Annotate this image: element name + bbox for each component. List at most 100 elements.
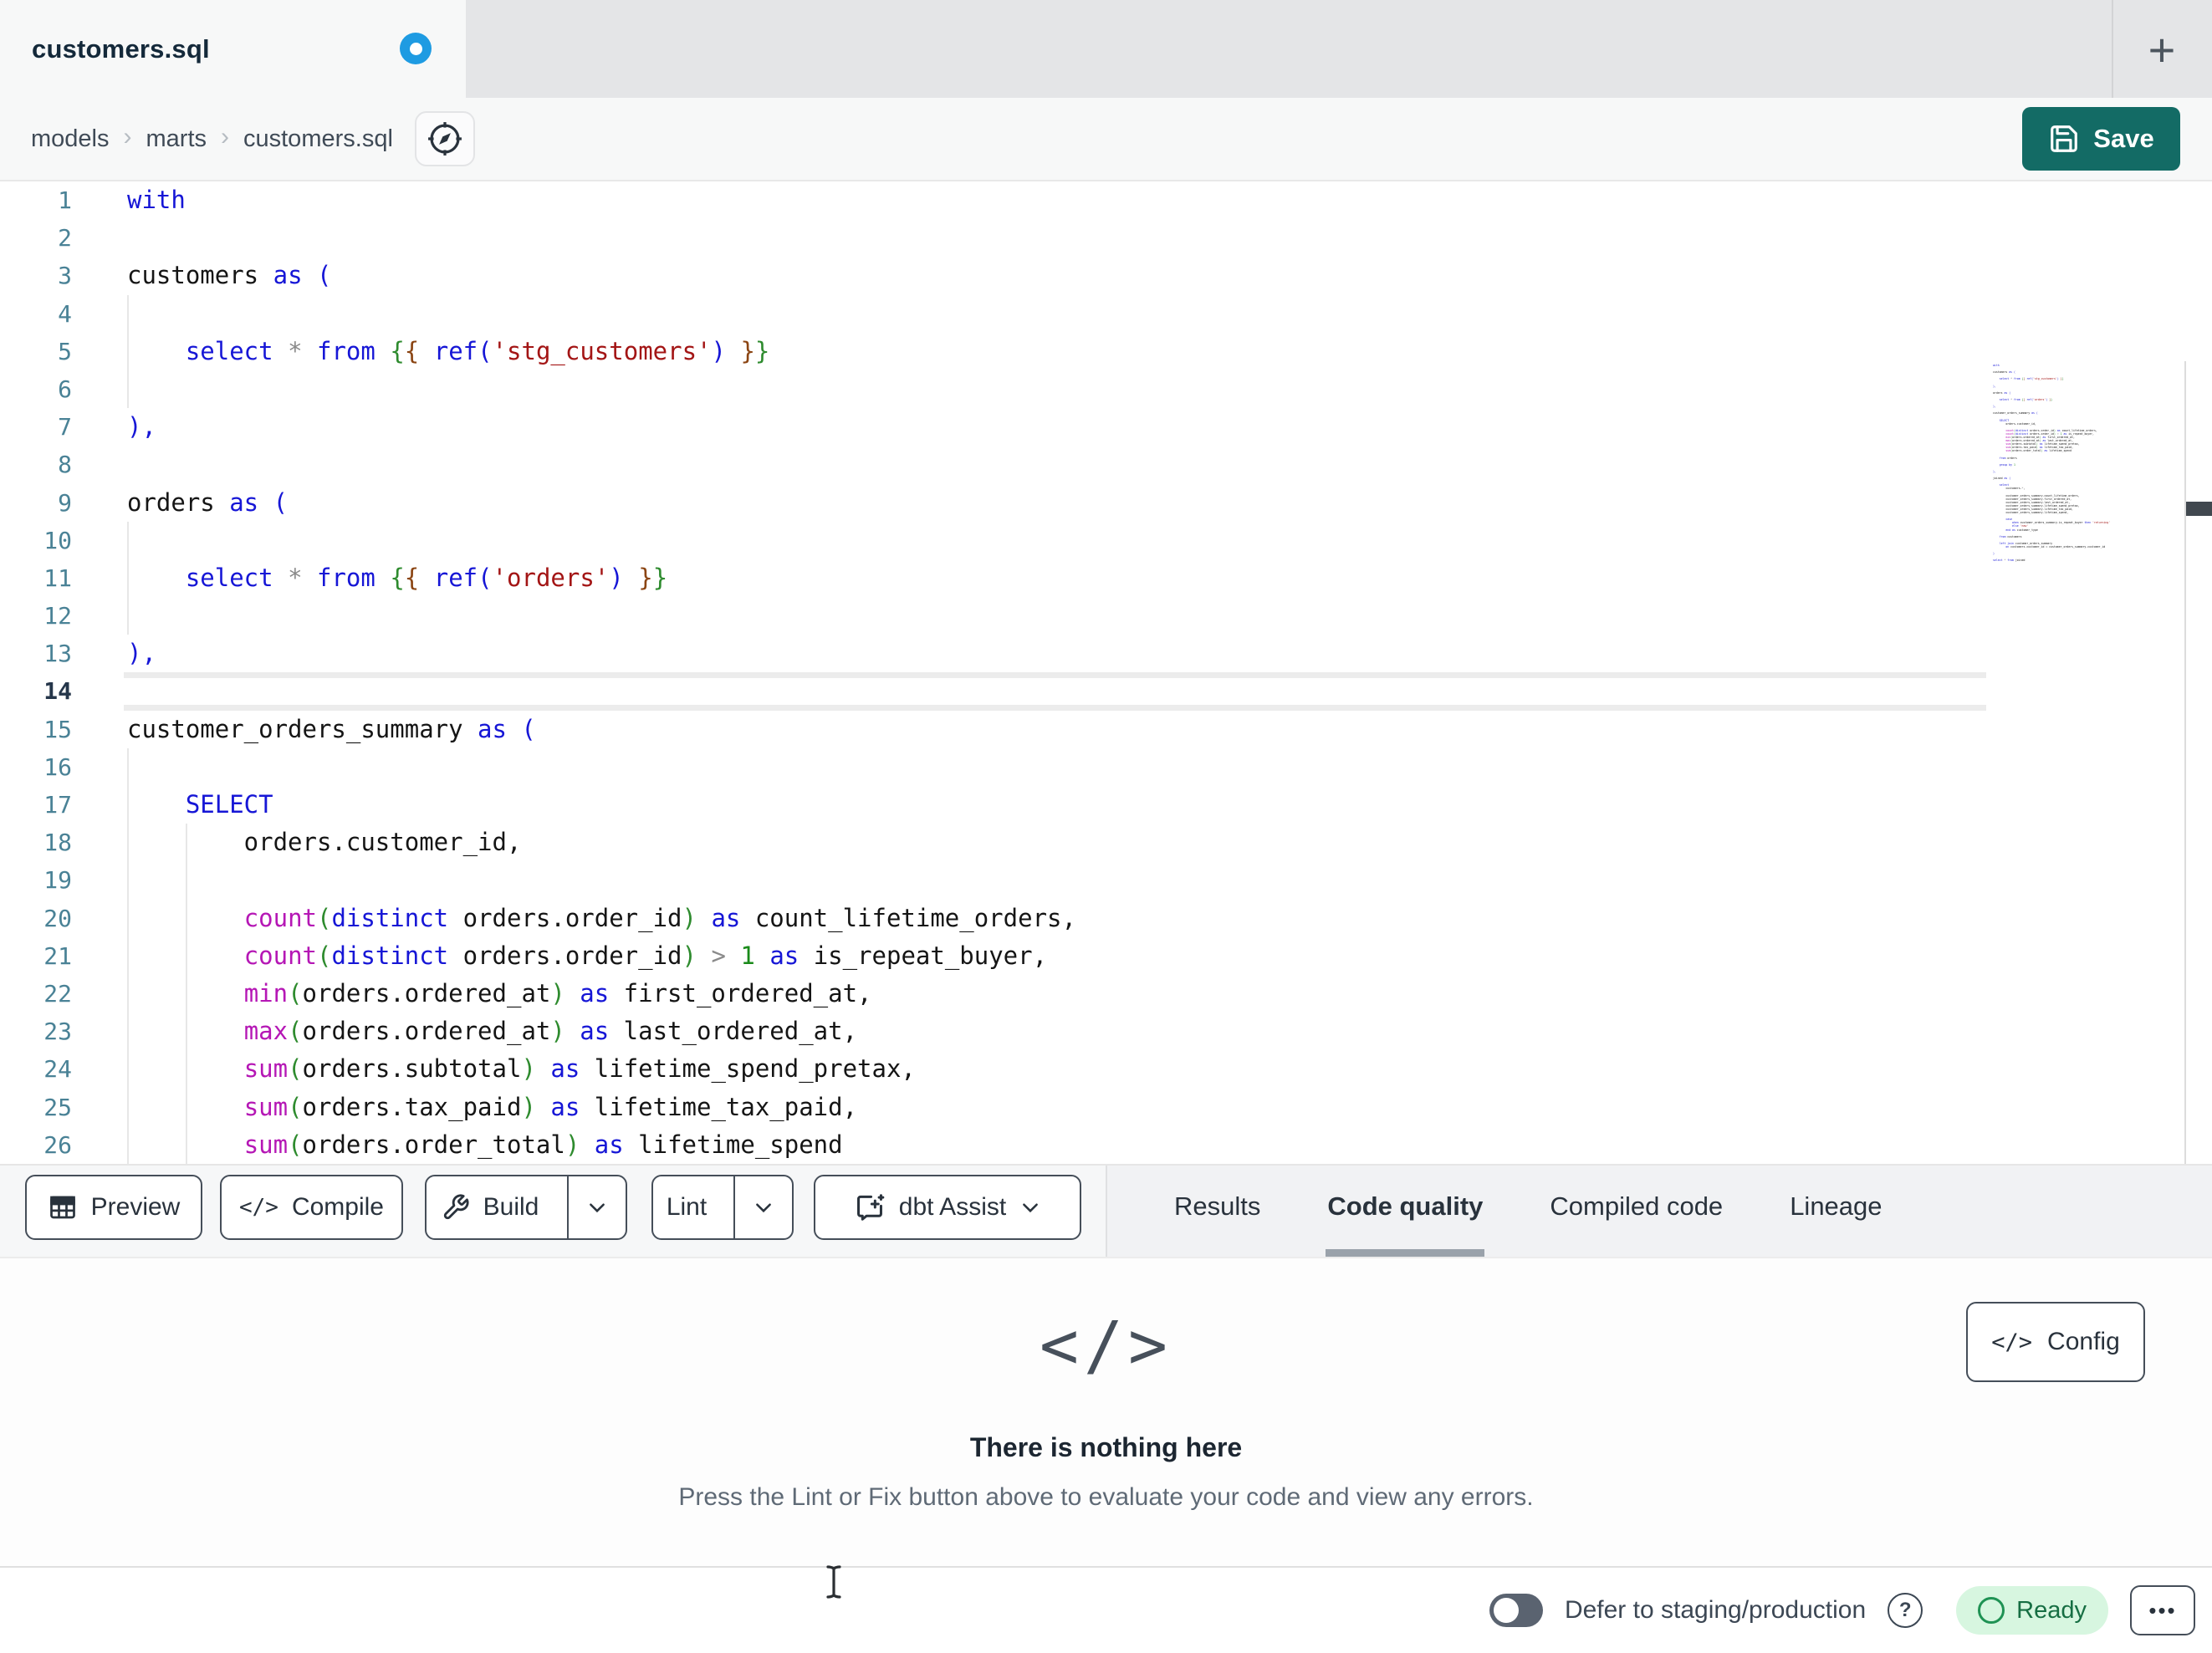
dbt-assist-button-label: dbt Assist [898, 1193, 1007, 1221]
text-cursor-pointer [821, 1564, 846, 1600]
code-editor[interactable]: 1 with 2 3 customers as (4 5 select * from {{… [0, 180, 2212, 1345]
line-number: 13 [43, 640, 72, 668]
empty-state: </> There is nothing here Press the Lint… [0, 1309, 2212, 1512]
build-dropdown-button[interactable] [567, 1176, 626, 1238]
line-number: 14 [43, 677, 72, 706]
line-number: 26 [43, 1130, 72, 1159]
code-line[interactable]: 25 sum(orders.tax_paid) as lifetime_tax_… [0, 1088, 1986, 1126]
build-button-label: Build [483, 1193, 539, 1221]
code-line[interactable]: 24 sum(orders.subtotal) as lifetime_spen… [0, 1050, 1986, 1089]
tabbar-divider [2112, 0, 2113, 98]
defer-toggle[interactable] [1489, 1594, 1543, 1627]
code-line[interactable]: 20 count(distinct orders.order_id) as co… [0, 899, 1986, 937]
help-icon[interactable]: ? [1888, 1593, 1923, 1628]
code-line[interactable]: 13), [0, 635, 1986, 672]
panel-tab-results[interactable]: Results [1172, 1164, 1262, 1257]
config-button[interactable]: </> Config [1966, 1302, 2145, 1382]
line-number: 18 [43, 829, 72, 857]
save-button[interactable]: Save [2022, 107, 2180, 171]
indent-guide [127, 1050, 129, 1089]
line-number: 17 [43, 791, 72, 819]
line-number: 1 [58, 186, 72, 214]
code-quality-panel: </> There is nothing here Press the Lint… [0, 1258, 2212, 1566]
build-split-button: Build [425, 1175, 627, 1240]
line-number: 20 [43, 904, 72, 932]
code-line[interactable]: 15 customer_orders_summary as ( [0, 711, 1986, 748]
indent-guide [127, 786, 129, 824]
panel-tab-lineage[interactable]: Lineage [1788, 1164, 1883, 1257]
code-line[interactable]: 8 [0, 446, 1986, 483]
editor-scrollbar-thumb[interactable] [2186, 502, 2212, 516]
overflow-menu-button[interactable]: ••• [2130, 1585, 2195, 1635]
empty-state-subtitle: Press the Lint or Fix button above to ev… [678, 1483, 1534, 1511]
code-line[interactable]: 11 select * from {{ ref('orders') }} [0, 559, 1986, 598]
lint-dropdown-button[interactable] [733, 1176, 792, 1238]
panel-tab-code-quality[interactable]: Code quality [1326, 1164, 1485, 1257]
code-line[interactable]: 23 max(orders.ordered_at) as last_ordere… [0, 1013, 1986, 1051]
chevron-down-icon [753, 1196, 774, 1218]
panel-tab-compiled-code[interactable]: Compiled code [1548, 1164, 1724, 1257]
chat-sparkle-icon [854, 1191, 886, 1223]
defer-label: Defer to staging/production [1564, 1596, 1867, 1624]
code-line[interactable]: 19 [0, 861, 1986, 900]
chevron-down-icon [586, 1196, 608, 1218]
line-number: 21 [43, 941, 72, 970]
line-number: 11 [43, 564, 72, 592]
dbt-ide-window: customers.sql + models › marts › custome… [0, 0, 2212, 1653]
explore-compass-button[interactable] [414, 111, 475, 166]
indent-guide [127, 1088, 129, 1126]
code-line[interactable]: 1 with [0, 181, 1986, 219]
code-line[interactable]: 5 select * from {{ ref('stg_customers') … [0, 332, 1986, 370]
breadcrumb-models[interactable]: models [31, 125, 110, 153]
compile-button[interactable]: </> Compile [220, 1175, 403, 1240]
line-number: 25 [43, 1093, 72, 1121]
code-line[interactable]: 2 [0, 219, 1986, 257]
indent-guide [185, 1013, 187, 1051]
line-number: 9 [58, 488, 72, 517]
save-floppy-icon [2048, 123, 2080, 155]
code-line[interactable]: 14 [0, 672, 1986, 710]
code-line[interactable]: 26 sum(orders.order_total) as lifetime_s… [0, 1125, 1986, 1164]
indent-guide [185, 936, 187, 975]
code-line[interactable]: 18 orders.customer_id, [0, 824, 1986, 862]
tab-bar: customers.sql + [0, 0, 2212, 98]
dbt-assist-button[interactable]: dbt Assist [814, 1175, 1081, 1240]
code-line[interactable]: 21 count(distinct orders.order_id) > 1 a… [0, 936, 1986, 975]
indent-guide [185, 1088, 187, 1126]
status-badge-label: Ready [2016, 1596, 2087, 1624]
line-number: 16 [43, 753, 72, 781]
indent-guide [185, 824, 187, 862]
code-line[interactable]: 17 SELECT [0, 786, 1986, 824]
breadcrumb-file[interactable]: customers.sql [243, 125, 393, 153]
preview-button-label: Preview [90, 1193, 181, 1221]
lint-split-button: Lint [651, 1175, 794, 1240]
status-circle-icon [1978, 1597, 2005, 1624]
wrench-icon [442, 1193, 470, 1222]
indent-guide [127, 747, 129, 786]
code-line[interactable]: 9 orders as ( [0, 484, 1986, 522]
empty-state-title: There is nothing here [969, 1432, 1243, 1462]
breadcrumb-bar: models › marts › customers.sql Save [0, 98, 2212, 180]
editor-minimap[interactable]: with customers as ( select * from {{ ref… [1986, 364, 2184, 615]
status-badge: Ready [1956, 1586, 2108, 1635]
code-line[interactable]: 4 [0, 294, 1986, 333]
preview-button[interactable]: Preview [25, 1175, 202, 1240]
code-line[interactable]: 22 min(orders.ordered_at) as first_order… [0, 974, 1986, 1013]
chevron-down-icon [1019, 1196, 1041, 1218]
code-line[interactable]: 3 customers as ( [0, 257, 1986, 294]
code-line[interactable]: 16 [0, 747, 1986, 786]
code-line[interactable]: 10 [0, 521, 1986, 559]
config-button-label: Config [2047, 1328, 2120, 1355]
new-tab-button[interactable]: + [2124, 12, 2199, 87]
indent-guide [127, 332, 129, 370]
build-button[interactable]: Build [427, 1176, 554, 1238]
indent-guide [127, 1013, 129, 1051]
lint-button[interactable]: Lint [653, 1176, 720, 1238]
code-line[interactable]: 7), [0, 408, 1986, 446]
code-line[interactable]: 12 [0, 597, 1986, 635]
code-line[interactable]: 6 [0, 370, 1986, 409]
code-lines: 1 with 2 3 customers as (4 5 select * from {{… [0, 181, 2212, 1164]
breadcrumb-marts[interactable]: marts [146, 125, 207, 153]
file-tab-customers-sql[interactable]: customers.sql [0, 0, 466, 98]
indent-guide [127, 370, 129, 409]
